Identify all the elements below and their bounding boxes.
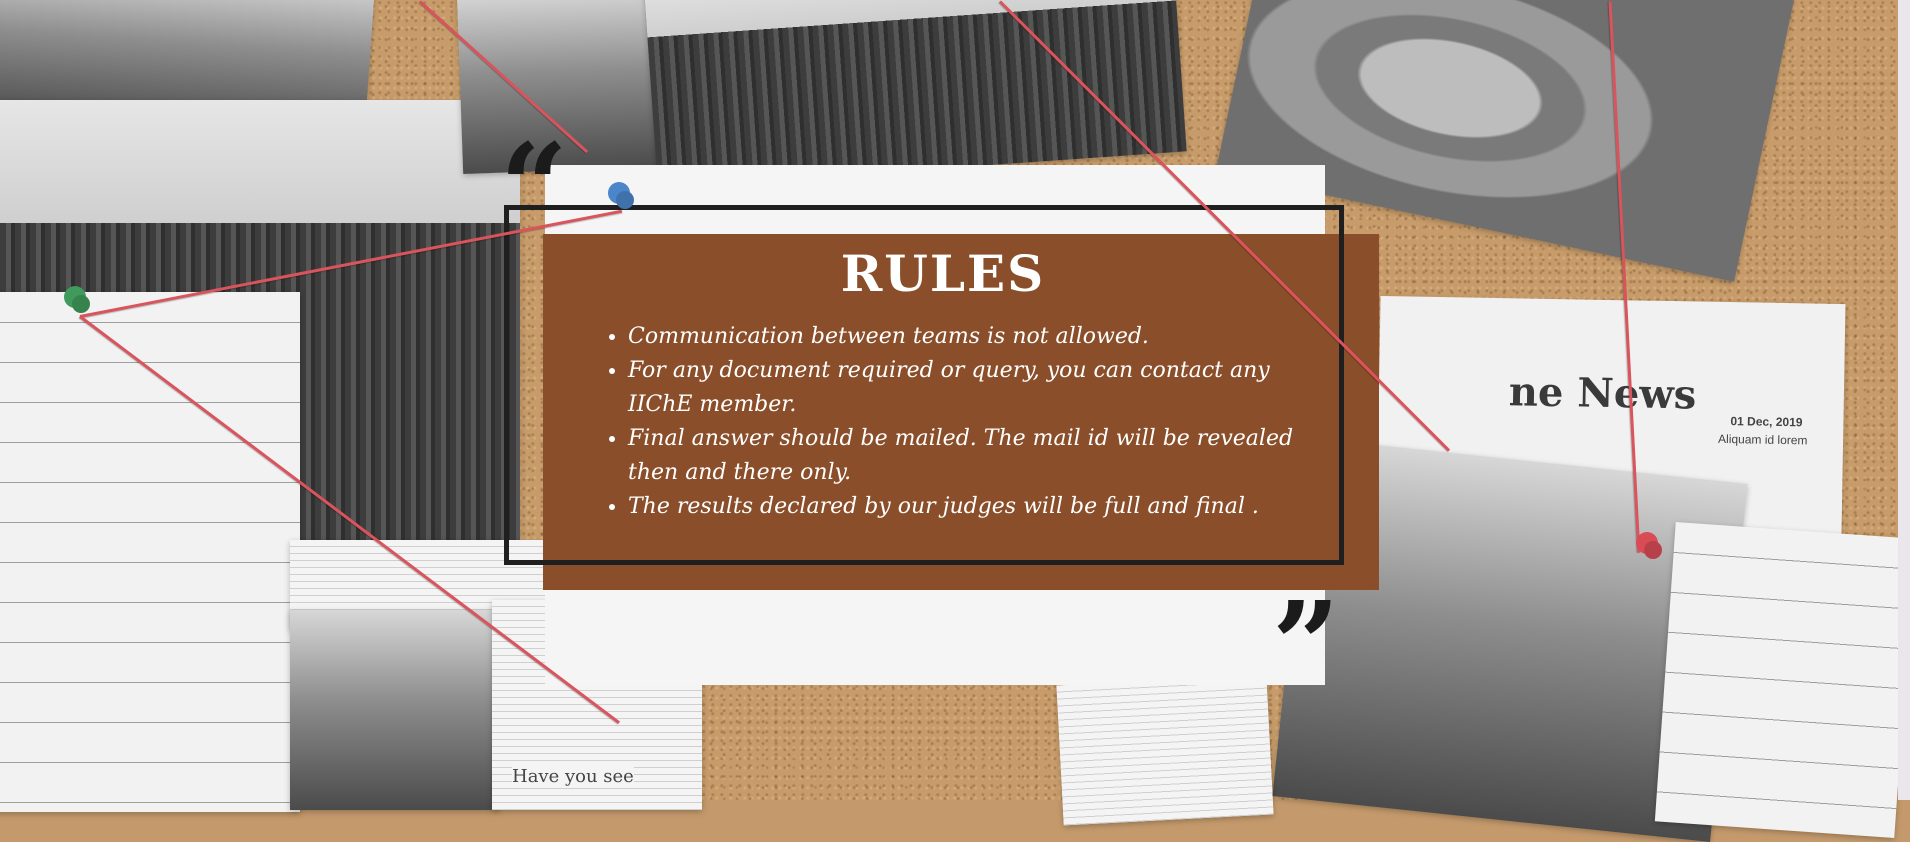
- close-quote-icon: ”: [1272, 575, 1340, 714]
- newspaper-subline: Aliquam id lorem: [1718, 431, 1808, 448]
- rule-item: The results declared by our judges will …: [628, 490, 1328, 524]
- photo-railway: [290, 610, 500, 810]
- newspaper-headline: ne News: [1508, 368, 1697, 419]
- green-pushpin-icon: [64, 286, 86, 308]
- rule-item: Communication between teams is not allow…: [628, 320, 1328, 354]
- right-edge-strip: [1898, 0, 1910, 800]
- rules-title: RULES: [840, 244, 1046, 303]
- rule-item: For any document required or query, you …: [628, 354, 1328, 422]
- newspaper-date: 01 Dec, 2019: [1730, 414, 1803, 430]
- rule-item: Final answer should be mailed. The mail …: [628, 422, 1328, 490]
- newsprint-bottom-center: [1056, 674, 1274, 826]
- handwritten-letter-right: [1654, 521, 1910, 839]
- blue-pushpin-icon: [608, 182, 630, 204]
- rules-list: Communication between teams is not allow…: [600, 320, 1328, 524]
- red-pushpin-icon: [1636, 532, 1658, 554]
- newsprint-caption: Have you see: [512, 766, 634, 787]
